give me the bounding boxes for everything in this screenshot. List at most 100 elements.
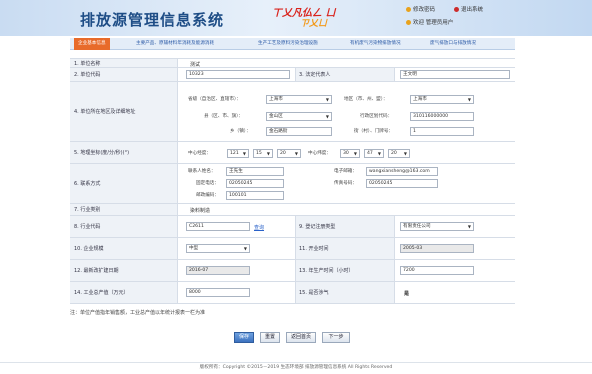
gas-related-label: 15. 是否涉气 [295,282,395,303]
output-value-label: 14. 工业总产值（万元） [70,282,178,303]
app-title: 排放源管理信息系统 [80,11,225,29]
row-unit-code: 2. 单位代码 10323 3. 法定代表人 王文明 [70,68,515,82]
annual-hours-input[interactable]: 7200 [400,266,474,275]
row-industry-code: 8. 行业代码 C2611 查询 9. 登记注册类型 有限责任公司 ▼ [70,216,515,238]
longitude-label: 中心经度： [188,151,211,156]
zip-label: 邮政编码： [196,193,219,198]
scale-select[interactable]: 中型 ▼ [186,244,250,253]
email-label: 电子邮箱： [334,169,357,174]
admin-code-input[interactable]: 310116000000 [410,112,474,121]
industry-code-query-link[interactable]: 查询 [254,224,264,231]
chevron-down-icon: ▼ [266,151,270,156]
row-output-value: 14. 工业总产值（万元） 8000 15. 是否涉气 是 [70,282,515,304]
header-logo: ㄒ乂凡仏ㄥ ㄩ ㄗ乂ㄩ [272,4,348,30]
latitude-label: 中心纬度： [308,151,331,156]
email-input[interactable]: wangxiansheng@163.com [366,167,438,176]
unit-code-input[interactable]: 10323 [186,70,290,79]
fax-label: 传真号码： [334,181,357,186]
chevron-down-icon: ▼ [325,114,329,119]
tab-outlet-emissions[interactable]: 废气排放口与排放情况 [430,38,476,50]
gas-related-value: 是 [404,291,410,297]
longitude-minute-select[interactable]: 15 ▼ [253,149,273,158]
coordinates-label: 5. 地理坐标(度/分/秒)(°) [70,142,178,163]
registration-type-label: 9. 登记注册类型 [295,216,395,237]
row-address: 4. 单位所在地区及详细地址 省级（自治区、直辖市）： 上海市 ▼ 地区（市、州、… [70,82,515,142]
province-label: 省级（自治区、直辖市）： [188,97,241,102]
chevron-down-icon: ▼ [294,151,298,156]
industry-value: 染料制造 [190,208,211,214]
fax-input[interactable]: 02050245 [366,179,438,188]
county-label: 县（区、市、旗）： [204,114,244,119]
row-renovation: 12. 最新改扩建日期 2016-07 13. 年生产时间（小时） 7200 [70,260,515,282]
latitude-minute-select[interactable]: 47 ▼ [364,149,384,158]
user-greeting: 欢迎 管理员用户 [406,18,453,26]
legal-rep-label: 3. 法定代表人 [295,68,395,81]
contact-name-label: 联系人姓名： [188,169,216,174]
back-home-button[interactable]: 返回首页 [286,332,316,343]
chevron-down-icon: ▼ [325,97,329,102]
longitude-second-select[interactable]: 20 ▼ [277,149,301,158]
row-industry: 7. 行业类别 染料制造 [70,204,515,216]
output-value-input[interactable]: 8000 [186,288,250,297]
annual-hours-label: 13. 年生产时间（小时） [295,260,395,281]
contact-name-input[interactable]: 王先生 [226,167,284,176]
key-icon [406,7,411,12]
city-label: 地区（市、州、盟）： [344,97,388,102]
county-select[interactable]: 金山区 ▼ [266,112,332,121]
app-header: 排放源管理信息系统 ㄒ乂凡仏ㄥ ㄩ ㄗ乂ㄩ 修改密码 退出系统 欢迎 管理员用户 [0,0,592,36]
tab-voc-emissions[interactable]: 有机废气污染物排放情况 [350,38,401,50]
chevron-down-icon: ▼ [403,151,407,156]
province-select[interactable]: 上海市 ▼ [266,95,332,104]
latitude-second-select[interactable]: 20 ▼ [388,149,410,158]
main-tabs: 企业基本信息 主要产品、原辅材料年消耗及能源消耗 生产工艺及原料污染治理设施 有… [70,38,515,50]
row-unit-name: 1. 单位名称 测试 [70,58,515,68]
unit-code-label: 2. 单位代码 [70,68,178,81]
contact-label: 6. 联系方式 [70,164,178,203]
logo-line2: ㄗ乂ㄩ [300,19,328,29]
power-icon [454,7,459,12]
latitude-degree-select[interactable]: 30 ▼ [340,149,360,158]
tab-products-materials[interactable]: 主要产品、原辅材料年消耗及能源消耗 [136,38,214,50]
longitude-degree-select[interactable]: 121 ▼ [227,149,249,158]
industry-label: 7. 行业类别 [70,204,178,215]
renovation-date-label: 12. 最新改扩建日期 [70,260,178,281]
industry-code-label: 8. 行业代码 [70,216,178,237]
street-label: 街（村）、门牌号： [354,129,394,134]
renovation-date-input[interactable]: 2016-07 [186,266,250,275]
chevron-down-icon: ▼ [467,97,471,102]
user-icon [406,20,411,25]
scale-label: 10. 企业规模 [70,238,178,259]
tab-process-facilities[interactable]: 生产工艺及原料污染治理设施 [258,38,318,50]
footnote: 注：单位产值指年销售额，工业总产值以年统计报表一栏为准 [70,310,206,316]
chevron-down-icon: ▼ [242,151,246,156]
tab-basic-info[interactable]: 企业基本信息 [74,38,110,50]
phone-input[interactable]: 02050245 [226,179,284,188]
next-button[interactable]: 下一步 [322,332,350,343]
address-label: 4. 单位所在地区及详细地址 [70,82,178,141]
legal-rep-input[interactable]: 王文明 [400,70,510,79]
admin-code-label: 行政区划代码： [360,114,393,119]
opening-time-input[interactable]: 2005-03 [400,244,474,253]
footer-copyright: 版权所有：Copyright ©2015－2019 生态环境部 排放源管理信息系… [0,362,592,374]
chevron-down-icon: ▼ [243,246,247,251]
industry-code-input[interactable]: C2611 [186,222,250,231]
row-contact: 6. 联系方式 联系人姓名： 王先生 电子邮箱： wangxiansheng@1… [70,164,515,204]
row-scale: 10. 企业规模 中型 ▼ 11. 开业时间 2005-03 [70,238,515,260]
reset-button[interactable]: 重置 [260,332,280,343]
unit-name-label: 1. 单位名称 [70,59,178,67]
town-label: 乡（镇）： [230,129,251,134]
chevron-down-icon: ▼ [377,151,381,156]
chevron-down-icon: ▼ [353,151,357,156]
city-select[interactable]: 上海市 ▼ [410,95,474,104]
logout-link[interactable]: 退出系统 [454,5,483,13]
street-input[interactable]: 1 [410,127,474,136]
opening-time-label: 11. 开业时间 [295,238,395,259]
change-password-link[interactable]: 修改密码 [406,5,435,13]
unit-name-value: 测试 [190,62,201,68]
town-input[interactable]: 金石路街 [266,127,332,136]
registration-type-select[interactable]: 有限责任公司 ▼ [400,222,474,231]
zip-input[interactable]: 100101 [226,191,284,200]
row-coordinates: 5. 地理坐标(度/分/秒)(°) 中心经度： 121 ▼ 15 ▼ 20 ▼ 中心纬… [70,142,515,164]
save-button[interactable]: 保存 [234,332,254,343]
chevron-down-icon: ▼ [467,224,471,229]
